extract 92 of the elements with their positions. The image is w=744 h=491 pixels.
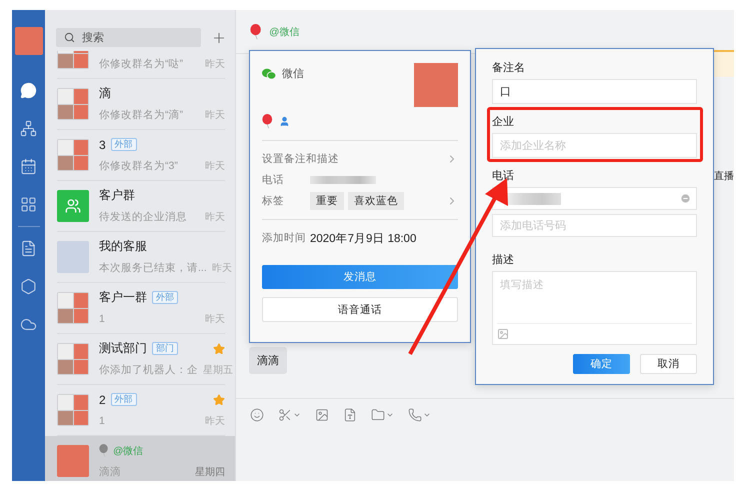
group-avatar [57, 394, 89, 426]
phone-field[interactable] [492, 187, 697, 210]
tag-label: 外部 [110, 138, 137, 151]
message-time: 星期四 [195, 466, 225, 478]
conversation-title: 3 [99, 138, 106, 152]
message-time: 昨天 [205, 210, 225, 224]
search-field[interactable]: 搜索 [56, 28, 201, 47]
wechat-icon [262, 68, 276, 80]
source-label: 微信 [282, 67, 304, 81]
search-placeholder: 搜索 [82, 30, 104, 45]
smiley-icon[interactable] [250, 408, 264, 422]
group-avatar [57, 343, 89, 375]
field-label: 添加时间 [262, 231, 307, 246]
message-time: 昨天 [205, 312, 225, 326]
photo-placeholder [57, 241, 89, 273]
tag-chip: 重要 [310, 192, 344, 210]
field-value: 2020年7月9日 18:00 [310, 232, 416, 246]
conversation-item[interactable]: 2 外部 1 昨天 [45, 385, 235, 435]
caret-icon[interactable] [423, 411, 431, 419]
image-icon[interactable] [497, 328, 509, 340]
avatar [57, 445, 89, 477]
last-message: 你修改群名为“3” [99, 158, 179, 172]
message-time: 昨天 [212, 262, 232, 274]
remove-icon[interactable] [680, 193, 691, 204]
group-avatar [57, 292, 89, 324]
description-field[interactable]: 填写描述 [492, 271, 697, 345]
conversation-title: 我的客服 [99, 238, 147, 255]
voice-call-button[interactable]: 语音通话 [262, 297, 458, 322]
tag-label: 外部 [152, 291, 178, 304]
conversation-item[interactable]: 3 外部 你修改群名为“3” 昨天 [45, 130, 235, 180]
input-field[interactable]: 口 [492, 79, 697, 104]
tag-chip: 喜欢蓝色 [348, 192, 404, 210]
phone-icon[interactable] [408, 408, 422, 422]
conversation-item[interactable]: 滴 你修改群名为“滴” 昨天 [45, 79, 235, 129]
conversation-title: 客户一群 [99, 289, 147, 306]
conversation-item[interactable]: 我的客服 本次服务已结束，请... 昨天 [45, 232, 235, 282]
field-label: 电话 [492, 169, 515, 183]
balloon-icon [262, 114, 272, 129]
caret-icon[interactable] [386, 411, 394, 419]
message-bubble: 滴滴 [249, 347, 287, 374]
last-message: 滴滴 [99, 464, 122, 478]
message-time: 星期五 [203, 364, 233, 376]
conversation-title: @微信 [113, 444, 144, 458]
conversation-item[interactable]: 客户一群 外部 1 昨天 [45, 283, 235, 333]
last-message: 你修改群名为“哒” [99, 56, 184, 70]
scissors-icon[interactable] [278, 408, 292, 422]
cancel-button[interactable]: 取消 [640, 354, 697, 374]
edit-remark-link[interactable]: 设置备注和描述 [262, 152, 446, 166]
field-label: 描述 [492, 253, 515, 267]
document-icon[interactable] [343, 408, 357, 422]
message-text: 直播 [714, 170, 734, 183]
message-time: 昨天 [205, 108, 225, 122]
field-label: 企业 [492, 115, 515, 129]
last-message: 1 [99, 312, 106, 324]
group-avatar [57, 88, 89, 120]
field-label: 备注名 [492, 60, 526, 75]
group-contacts-avatar [57, 190, 89, 222]
conversation-item[interactable]: 测试部门 部门 你添加了机器人：企 星期五 [45, 334, 235, 384]
notice-banner [714, 50, 734, 77]
chat-bubble-icon[interactable] [18, 80, 39, 101]
last-message: 本次服务已结束，请... [99, 260, 207, 274]
balloon-icon [250, 24, 262, 40]
group-avatar [57, 139, 89, 171]
caret-icon[interactable] [293, 411, 301, 419]
tag-label: 部门 [152, 342, 178, 355]
input-field[interactable]: 添加电话号码 [492, 214, 697, 237]
conversation-title: 客户群 [99, 187, 135, 204]
avatar [414, 63, 458, 107]
last-message: 待发送的企业消息 [99, 210, 188, 224]
blurred-phone [505, 192, 561, 204]
last-message: 你修改群名为“滴” [99, 108, 184, 122]
last-message: 你添加了机器人：企 [99, 362, 198, 376]
image-icon[interactable] [315, 408, 329, 422]
conversation-title: 2 [99, 392, 106, 406]
chat-title: @微信 [269, 26, 300, 38]
person-icon [278, 116, 290, 127]
field-label: 标签 [262, 194, 285, 208]
conversation-item[interactable]: 客户群 待发送的企业消息 昨天 [45, 181, 235, 231]
tag-label: 外部 [110, 393, 137, 406]
org-chart-icon[interactable] [18, 118, 39, 139]
input-field[interactable]: 添加企业名称 [492, 133, 697, 158]
search-icon [64, 32, 75, 43]
conversation-title: 滴 [99, 85, 111, 102]
field-label: 电话 [262, 173, 285, 188]
blurred-phone [310, 176, 376, 184]
balloon-icon [99, 444, 108, 457]
message-time: 昨天 [205, 160, 225, 172]
message-time: 昨天 [205, 58, 225, 70]
conversation-title: 测试部门 [99, 340, 147, 357]
message-time: 昨天 [205, 414, 225, 428]
folder-icon[interactable] [371, 408, 385, 422]
last-message: 1 [99, 414, 106, 426]
